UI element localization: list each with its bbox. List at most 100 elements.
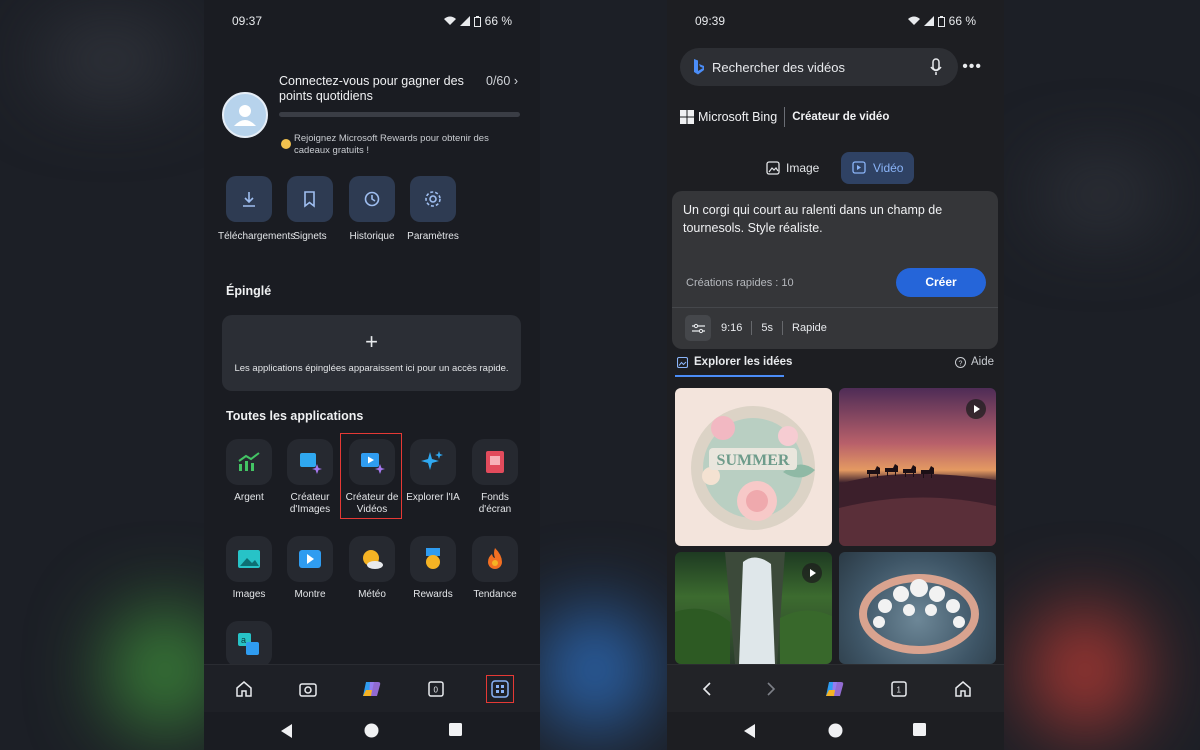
nav-home-icon[interactable] xyxy=(364,723,379,738)
idea-tile-summer[interactable]: SUMMER xyxy=(675,388,832,546)
brand-product: Créateur de vidéo xyxy=(792,111,890,123)
quick-downloads-label: Téléchargements xyxy=(218,231,296,242)
app-translator[interactable]: a xyxy=(218,621,280,667)
gear-icon xyxy=(410,176,456,222)
nav-recents-icon[interactable] xyxy=(913,723,926,736)
quick-settings[interactable]: Paramètres xyxy=(402,176,464,242)
app-images[interactable]: Images xyxy=(218,536,280,601)
mode-video-label: Vidéo xyxy=(873,161,904,175)
system-nav-bar xyxy=(204,712,540,750)
brand-name: Microsoft Bing xyxy=(698,110,778,124)
rewards-count-value: 0/60 xyxy=(486,74,511,88)
back-icon[interactable] xyxy=(695,677,719,701)
brand-divider xyxy=(784,107,786,127)
nav-home-icon[interactable] xyxy=(828,723,843,738)
pinned-message: Les applications épinglées apparaissent … xyxy=(234,363,509,374)
idea-tile-waterfall[interactable] xyxy=(675,552,832,664)
search-input[interactable]: Rechercher des vidéos xyxy=(712,60,845,75)
create-button[interactable]: Créer xyxy=(896,268,986,297)
play-icon[interactable] xyxy=(802,563,822,583)
forward-icon[interactable] xyxy=(759,677,783,701)
help-button[interactable]: ? Aide xyxy=(954,356,994,368)
nav-back-icon[interactable] xyxy=(280,723,294,739)
app-weather[interactable]: Météo xyxy=(341,536,403,601)
battery-level: 66 % xyxy=(948,14,976,28)
bookmark-icon xyxy=(287,176,333,222)
sliders-icon[interactable] xyxy=(685,315,711,341)
tabs-icon[interactable]: 1 xyxy=(887,677,911,701)
bg-blur-red xyxy=(1030,610,1140,730)
rewards-progress-bar xyxy=(279,112,520,117)
rewards-note: Rejoignez Microsoft Rewards pour obtenir… xyxy=(294,133,489,156)
app-label: Tendance xyxy=(473,589,517,600)
phone-video-creator-screen: 09:39 66 % Rechercher des vidéos ••• Mic… xyxy=(667,0,1004,750)
person-icon xyxy=(234,105,256,126)
money-chart-icon xyxy=(226,439,272,485)
video-icon xyxy=(852,161,866,174)
home-icon[interactable] xyxy=(951,677,975,701)
download-icon xyxy=(226,176,272,222)
plus-icon[interactable]: + xyxy=(222,329,521,355)
tab-count: 1 xyxy=(897,686,902,695)
mode-image-label: Image xyxy=(786,161,820,175)
option-separator xyxy=(751,321,753,335)
app-rewards[interactable]: Rewards xyxy=(402,536,464,601)
copilot-icon[interactable] xyxy=(360,677,384,701)
app-watch[interactable]: Montre xyxy=(279,536,341,601)
more-options-icon[interactable]: ••• xyxy=(962,58,982,76)
rewards-title[interactable]: Connectez-vous pour gagner des points qu… xyxy=(279,74,469,104)
video-search-bar[interactable]: Rechercher des vidéos xyxy=(680,48,958,86)
microphone-icon[interactable] xyxy=(930,58,942,76)
rewards-icon xyxy=(410,536,456,582)
app-explore-ai[interactable]: Explorer l'IA xyxy=(402,439,464,504)
quick-history[interactable]: Historique xyxy=(341,176,403,242)
app-wallpapers[interactable]: Fonds d'écran xyxy=(464,439,526,516)
profile-avatar[interactable] xyxy=(222,92,268,138)
pinned-area[interactable]: + Les applications épinglées apparaissen… xyxy=(222,315,521,391)
app-argent[interactable]: Argent xyxy=(218,439,280,504)
translate-icon: a xyxy=(226,621,272,667)
rewards-count[interactable]: 0/60 › xyxy=(486,74,518,88)
app-trending[interactable]: Tendance xyxy=(464,536,526,601)
quick-bookmarks[interactable]: Signets xyxy=(279,176,341,242)
option-duration[interactable]: 5s xyxy=(761,322,773,334)
quick-creations-count: Créations rapides : 10 xyxy=(686,277,794,289)
svg-text:a: a xyxy=(241,635,246,645)
weather-icon xyxy=(349,536,395,582)
highlight-video-creator xyxy=(340,433,402,519)
bg-blur-grey xyxy=(1040,170,1160,220)
background xyxy=(0,0,1200,750)
option-aspect-ratio[interactable]: 9:16 xyxy=(721,322,742,334)
copilot-icon[interactable] xyxy=(823,677,847,701)
app-label: Météo xyxy=(358,589,386,600)
image-icon xyxy=(766,161,780,175)
sparkle-icon xyxy=(410,439,456,485)
nav-recents-icon[interactable] xyxy=(449,723,462,736)
prompt-textarea[interactable]: Un corgi qui court au ralenti dans un ch… xyxy=(683,201,983,237)
pearl-ring-image xyxy=(859,574,979,654)
camera-icon[interactable] xyxy=(296,677,320,701)
quick-downloads[interactable]: Téléchargements xyxy=(218,176,296,242)
explore-ideas-tab[interactable]: Explorer les idées xyxy=(677,356,792,368)
home-icon[interactable] xyxy=(232,677,256,701)
battery-icon xyxy=(473,15,481,27)
app-image-creator[interactable]: Créateur d'Images xyxy=(279,439,341,516)
idea-tile-pearl-ring[interactable] xyxy=(839,552,996,664)
nav-back-icon[interactable] xyxy=(743,723,757,739)
app-label: Montre xyxy=(294,589,326,600)
help-icon: ? xyxy=(954,356,966,368)
tab-count: 0 xyxy=(434,686,439,695)
bg-blur xyxy=(40,30,180,90)
history-icon xyxy=(349,176,395,222)
battery-level: 66 % xyxy=(484,14,512,28)
idea-tile-desert[interactable] xyxy=(839,388,996,546)
tabs-icon[interactable]: 0 xyxy=(424,677,448,701)
play-icon[interactable] xyxy=(966,399,986,419)
mode-image-tab[interactable]: Image xyxy=(755,152,830,184)
prompt-divider xyxy=(672,307,998,308)
mode-video-tab[interactable]: Vidéo xyxy=(841,152,915,184)
bottom-toolbar: 1 xyxy=(667,664,1004,712)
phone-apps-screen: 09:37 66 % Connectez-vous pour gagner de… xyxy=(204,0,540,750)
option-speed[interactable]: Rapide xyxy=(792,322,827,334)
quick-bookmarks-label: Signets xyxy=(293,231,327,242)
